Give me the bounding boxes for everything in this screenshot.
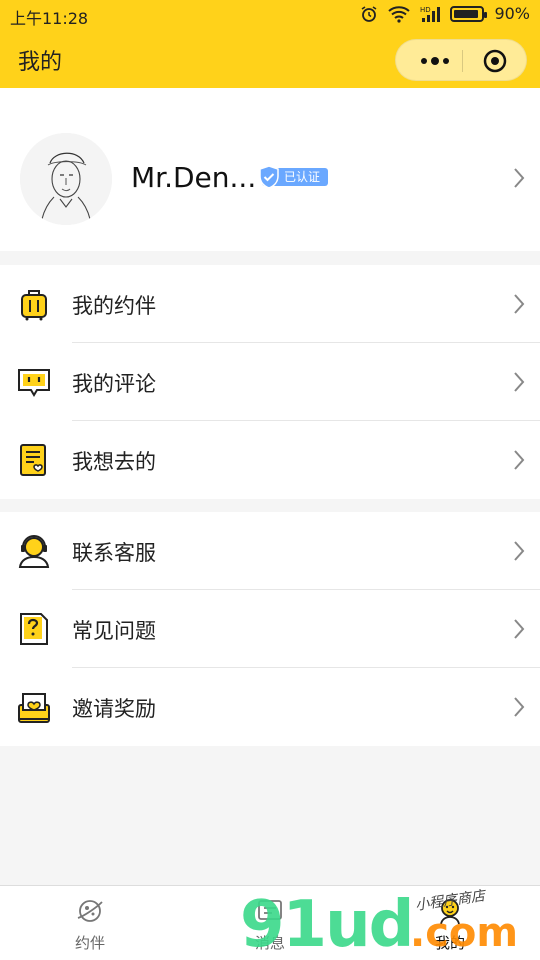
customer-service-icon (18, 535, 50, 568)
menu-item-label: 邀请奖励 (72, 697, 156, 721)
more-button[interactable] (408, 40, 462, 82)
svg-text:HD: HD (420, 6, 431, 14)
status-indicators: HD 90% (360, 4, 530, 23)
menu-item-my-comments[interactable]: 我的评论 (0, 343, 540, 421)
mini-program-capsule (395, 39, 527, 81)
tab-label: 消息 (254, 934, 285, 952)
status-bar: 上午11:28 HD 90% (0, 0, 540, 30)
profile-icon (440, 899, 460, 925)
chevron-right-icon (514, 541, 525, 561)
tab-bar: 约伴 消息 我的 (0, 885, 540, 960)
menu-item-faq[interactable]: 常见问题 (0, 590, 540, 668)
verified-badge: 已认证 (258, 165, 329, 189)
wishlist-icon (20, 444, 46, 476)
tab-companions[interactable]: 约伴 (45, 896, 135, 953)
menu-item-label: 联系客服 (72, 541, 156, 565)
menu-group-primary: 我的约伴 我的评论 我想去的 (0, 265, 540, 499)
alarm-icon (361, 5, 377, 22)
chevron-right-icon (514, 294, 525, 314)
battery-icon (450, 5, 488, 22)
chevron-right-icon (514, 697, 525, 717)
page-title: 我的 (18, 50, 63, 75)
chevron-right-icon (514, 372, 525, 392)
wifi-icon (388, 5, 411, 23)
invite-reward-icon (18, 693, 50, 723)
sketch-portrait-icon (20, 133, 112, 225)
chevron-right-icon (514, 619, 525, 639)
tab-label: 约伴 (74, 934, 105, 952)
tab-messages[interactable]: 消息 (225, 896, 315, 953)
close-button[interactable] (476, 40, 514, 82)
menu-item-label: 我的评论 (72, 372, 156, 396)
menu-group-support: 联系客服 常见问题 邀请奖励 (0, 512, 540, 746)
menu-item-invite-reward[interactable]: 邀请奖励 (0, 668, 540, 746)
message-icon (258, 900, 282, 920)
chevron-right-icon (514, 168, 525, 188)
menu-item-contact-service[interactable]: 联系客服 (0, 512, 540, 590)
battery-percent: 90% (494, 4, 530, 23)
menu-item-label: 常见问题 (72, 619, 156, 643)
menu-item-label: 我想去的 (72, 450, 156, 474)
signal-icon: HD (420, 6, 441, 22)
menu-item-my-companions[interactable]: 我的约伴 (0, 265, 540, 343)
shield-check-icon (259, 165, 279, 189)
status-time: 上午11:28 (10, 9, 89, 28)
target-close-icon (483, 49, 507, 73)
username: Mr.Den... (131, 161, 257, 194)
faq-icon (20, 613, 48, 645)
tab-label: 我的 (434, 934, 465, 952)
planet-icon (77, 900, 103, 922)
menu-item-wishlist[interactable]: 我想去的 (0, 421, 540, 499)
avatar[interactable] (20, 133, 112, 225)
profile-card[interactable]: Mr.Den... 已认证 (0, 88, 540, 251)
more-dots-icon (421, 58, 427, 64)
tab-profile[interactable]: 我的 (405, 896, 495, 953)
chevron-right-icon (514, 450, 525, 470)
menu-item-label: 我的约伴 (72, 294, 156, 318)
comment-icon (18, 369, 50, 397)
nav-bar: 我的 (0, 30, 540, 88)
suitcase-icon (21, 290, 47, 321)
